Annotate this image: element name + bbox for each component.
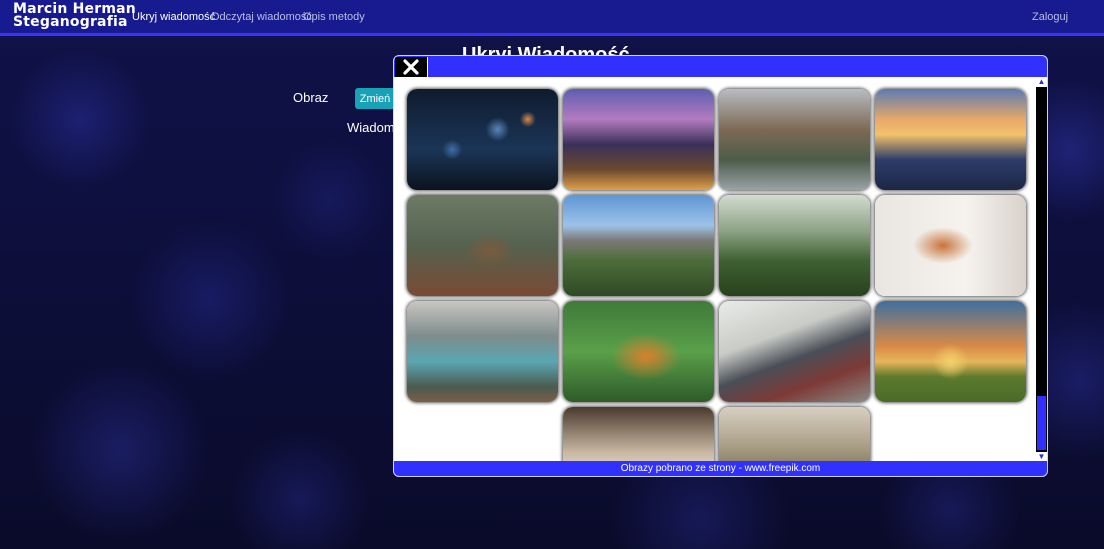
gallery-image[interactable] (563, 407, 714, 462)
gallery-image[interactable] (407, 301, 558, 402)
gallery-image[interactable] (407, 89, 558, 190)
gallery-image[interactable] (407, 195, 558, 296)
nav-link-method-description[interactable]: Opis metody (303, 11, 365, 23)
scrollbar-track[interactable] (1037, 396, 1046, 450)
modal-header (394, 56, 1047, 77)
image-gallery (394, 77, 1037, 462)
modal-footer-credit: Obrazy pobrano ze strony - www.freepik.c… (394, 461, 1047, 476)
close-button[interactable] (395, 57, 428, 77)
brand-logo[interactable]: Marcin Herman Steganografia (13, 2, 136, 30)
gallery-image[interactable] (563, 195, 714, 296)
gallery-image[interactable] (563, 301, 714, 402)
gallery-image[interactable] (719, 195, 870, 296)
gallery-image[interactable] (719, 301, 870, 402)
gallery-image[interactable] (563, 89, 714, 190)
gallery-scrollbar[interactable]: ▲ ▼ (1036, 77, 1047, 462)
gallery-image[interactable] (875, 301, 1026, 402)
navbar: Marcin Herman Steganografia Ukryj wiadom… (0, 0, 1104, 36)
brand-line2: Steganografia (13, 14, 128, 30)
gallery-image[interactable] (875, 195, 1026, 296)
nav-link-read-message[interactable]: Odczytaj wiadomość (211, 11, 312, 23)
close-icon (403, 59, 419, 75)
scroll-up-icon[interactable]: ▲ (1036, 77, 1047, 87)
scrollbar-thumb[interactable] (1037, 89, 1046, 394)
gallery-image[interactable] (719, 407, 870, 462)
gallery-image[interactable] (875, 89, 1026, 190)
image-label: Obraz (293, 90, 329, 105)
image-picker-modal: ▲ ▼ Obrazy pobrano ze strony - www.freep… (393, 55, 1048, 477)
nav-link-login[interactable]: Zaloguj (1032, 11, 1068, 23)
gallery-image[interactable] (719, 89, 870, 190)
change-image-button[interactable]: Zmień (355, 88, 395, 109)
nav-link-hide-message[interactable]: Ukryj wiadomość (132, 11, 215, 23)
